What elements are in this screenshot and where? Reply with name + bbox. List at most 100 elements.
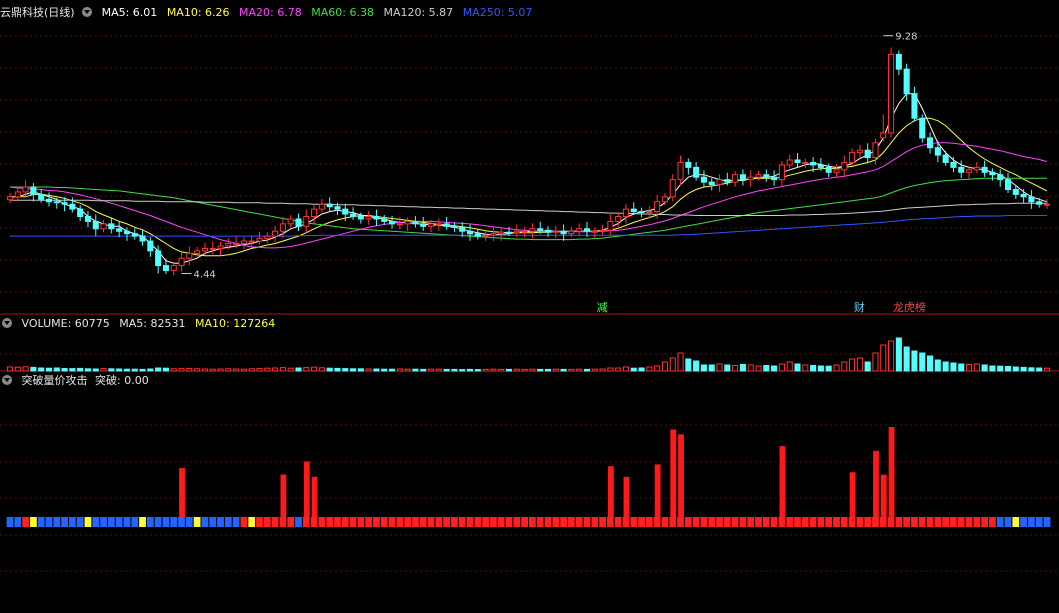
- volume-bar: [560, 368, 567, 372]
- candle-body: [123, 230, 130, 235]
- volume-bar: [100, 368, 107, 372]
- signal-base-block: [37, 517, 45, 527]
- volume-bar: [131, 368, 138, 372]
- candle-body: [693, 166, 700, 178]
- indicator-name: 突破量价攻击: [21, 374, 88, 387]
- candle-body: [194, 250, 201, 254]
- volume-bar: [825, 365, 832, 372]
- candle-body: [568, 230, 575, 235]
- volume-bar: [77, 367, 84, 372]
- price-panel-header: 云鼎科技(日线) MA5: 6.01 MA10: 6.26 MA20: 6.78…: [0, 5, 538, 21]
- collapse-icon[interactable]: [82, 7, 93, 17]
- candle-body: [1004, 179, 1012, 190]
- signal-base-block: [591, 517, 599, 527]
- volume-bar: [958, 363, 965, 372]
- event-marker: 财: [854, 300, 865, 314]
- candle-body: [256, 238, 263, 242]
- signal-base-block: [856, 517, 864, 527]
- volume-bar: [451, 368, 458, 372]
- signal-base-block: [801, 517, 809, 527]
- volume-bar: [30, 366, 37, 372]
- volume-bar: [474, 369, 481, 372]
- candle-body: [934, 147, 941, 156]
- signal-base-block: [669, 517, 677, 527]
- candle-body: [747, 176, 754, 181]
- breakout-bar: [678, 434, 684, 517]
- candle-body: [989, 171, 996, 176]
- candle-body: [404, 220, 411, 225]
- collapse-icon[interactable]: [2, 375, 12, 385]
- volume-bar: [69, 368, 76, 372]
- candle-body: [412, 220, 419, 225]
- signal-base-block: [630, 517, 638, 527]
- signal-base-block: [287, 517, 295, 527]
- volume-bar: [872, 352, 879, 372]
- candle-body: [997, 174, 1004, 181]
- signal-base-block: [22, 517, 29, 527]
- volume-bar: [381, 368, 388, 372]
- breakout-bar: [880, 474, 887, 517]
- candle-body: [350, 213, 357, 217]
- volume-bar: [22, 366, 29, 372]
- signal-base-block: [412, 517, 419, 527]
- volume-bar: [903, 346, 910, 372]
- candle-body: [1020, 193, 1027, 198]
- volume-bar: [942, 361, 949, 372]
- candle-body: [22, 186, 29, 193]
- candle-body: [248, 240, 255, 243]
- candle-body: [420, 223, 427, 227]
- signal-base-block: [755, 517, 762, 527]
- signal-base-block: [45, 517, 53, 527]
- volume-bar: [638, 367, 645, 372]
- candle-body: [116, 228, 123, 232]
- volume-bar: [505, 368, 513, 372]
- breakout-bar: [849, 472, 856, 517]
- signal-base-block: [529, 517, 536, 527]
- signal-base-block: [380, 517, 388, 527]
- signal-base-block: [53, 517, 61, 527]
- signal-base-block: [115, 517, 123, 527]
- volume-bar: [396, 368, 403, 372]
- candle-body: [272, 230, 279, 237]
- candle-body: [778, 164, 785, 181]
- volume-bar: [934, 359, 941, 372]
- signal-base-block: [794, 517, 801, 527]
- signal-base-block: [786, 517, 794, 527]
- volume-bar: [365, 368, 372, 372]
- signal-base-block: [739, 517, 747, 527]
- candle-body: [147, 240, 154, 252]
- signal-base-block: [107, 517, 115, 527]
- signal-base-block: [490, 517, 497, 527]
- volume-bar: [264, 367, 271, 372]
- candle-body: [942, 154, 949, 163]
- indicator-value: 突破: 0.00: [95, 374, 149, 387]
- volume-bar: [459, 369, 466, 372]
- volume-label: VOLUME: 60775: [21, 317, 110, 330]
- volume-bar: [201, 368, 208, 372]
- volume-bar: [622, 366, 629, 372]
- signal-base-block: [6, 517, 14, 527]
- volume-bar: [583, 368, 591, 372]
- volume-bar: [521, 368, 528, 372]
- signal-base-block: [864, 517, 872, 527]
- volume-bar: [771, 365, 778, 372]
- ma5-label: MA5: 6.01: [101, 6, 158, 19]
- candle-body: [389, 220, 396, 225]
- signal-base-block: [61, 517, 68, 527]
- collapse-icon[interactable]: [2, 318, 12, 328]
- signal-base-block: [451, 517, 458, 527]
- candle-body: [201, 247, 208, 252]
- candle-body: [763, 174, 770, 178]
- signal-base-block: [661, 517, 669, 527]
- signal-base-block: [123, 517, 131, 527]
- volume-bar: [973, 363, 980, 372]
- signal-base-block: [271, 517, 279, 527]
- candle-body: [911, 93, 918, 119]
- volume-bar: [880, 344, 887, 372]
- volume-bar: [833, 364, 840, 372]
- signal-base-block: [692, 517, 700, 527]
- volume-bar: [287, 367, 294, 372]
- signal-base-block: [279, 517, 287, 527]
- signal-base-block: [1028, 517, 1035, 527]
- volume-bar: [420, 368, 427, 372]
